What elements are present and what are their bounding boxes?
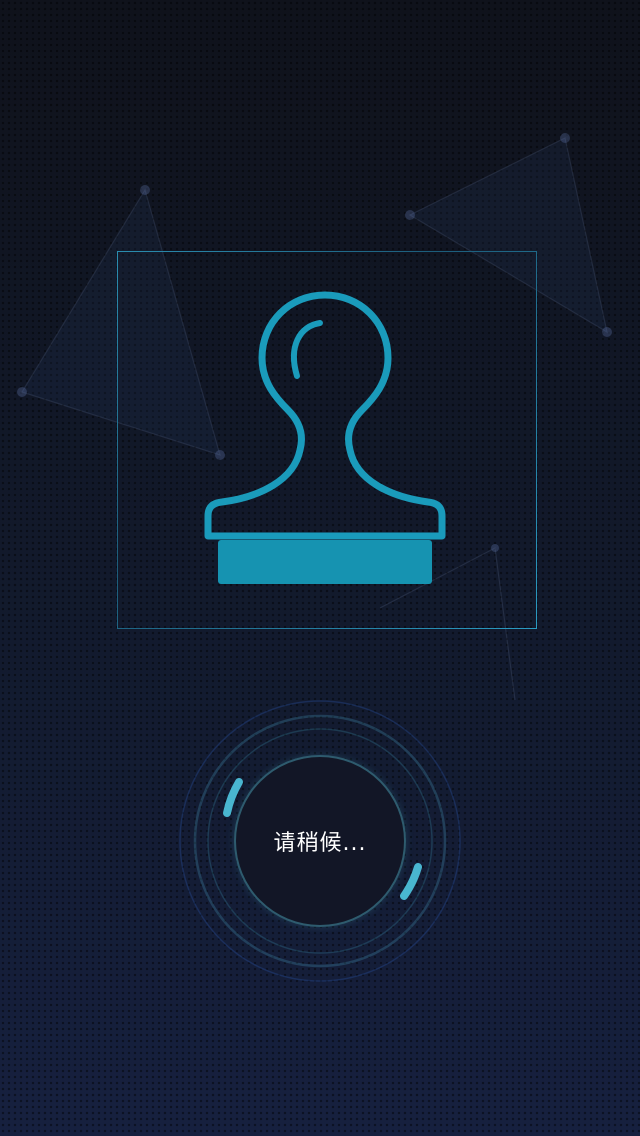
stamp-icon [204, 291, 446, 584]
loading-message: 请稍候... [273, 831, 367, 856]
loading-indicator: 请稍候... [234, 755, 406, 927]
